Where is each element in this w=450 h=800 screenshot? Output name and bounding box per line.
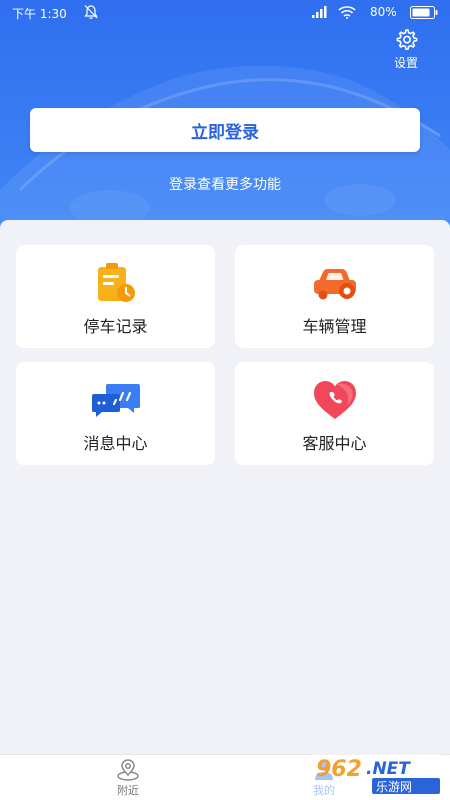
vehicle-management-label: 车辆管理 xyxy=(302,317,367,336)
car-icon xyxy=(314,269,356,300)
message-center-label: 消息中心 xyxy=(83,434,148,453)
customer-service-card[interactable]: 客服中心 xyxy=(235,362,434,465)
battery-icon xyxy=(410,6,438,19)
tab-nearby-label: 附近 xyxy=(117,784,139,797)
status-bar: 下午 1:30 80% xyxy=(0,0,450,26)
svg-text:962: 962 xyxy=(316,757,362,782)
svg-text:.NET: .NET xyxy=(366,759,411,779)
parking-record-icon xyxy=(98,263,135,302)
status-time: 下午 1:30 xyxy=(12,7,67,21)
gear-icon xyxy=(396,29,418,50)
signal-icon xyxy=(312,6,327,18)
login-hint: 登录查看更多功能 xyxy=(169,177,281,193)
settings-button[interactable]: 设置 xyxy=(388,28,424,71)
header: 下午 1:30 80% 设置 立即登录 登录查看更多功能 xyxy=(0,0,450,232)
parking-record-label: 停车记录 xyxy=(83,317,148,336)
settings-label: 设置 xyxy=(393,56,418,70)
message-icon xyxy=(92,384,140,417)
tab-nearby[interactable]: 附近 xyxy=(98,759,158,798)
location-icon xyxy=(117,759,139,781)
login-button[interactable]: 立即登录 xyxy=(30,108,420,152)
svg-text:乐游网: 乐游网 xyxy=(376,780,412,794)
heart-phone-icon xyxy=(314,381,356,419)
wifi-icon xyxy=(338,6,356,19)
bell-off-icon xyxy=(84,5,98,19)
feature-grid: 停车记录 车辆管理 消息中心 客服中心 xyxy=(0,220,450,754)
watermark-logo: 962 .NET 乐游网 xyxy=(310,754,444,796)
parking-record-card[interactable]: 停车记录 xyxy=(16,245,215,348)
message-center-card[interactable]: 消息中心 xyxy=(16,362,215,465)
vehicle-management-card[interactable]: 车辆管理 xyxy=(235,245,434,348)
battery-percentage: 80% xyxy=(370,5,397,19)
customer-service-label: 客服中心 xyxy=(302,434,367,453)
